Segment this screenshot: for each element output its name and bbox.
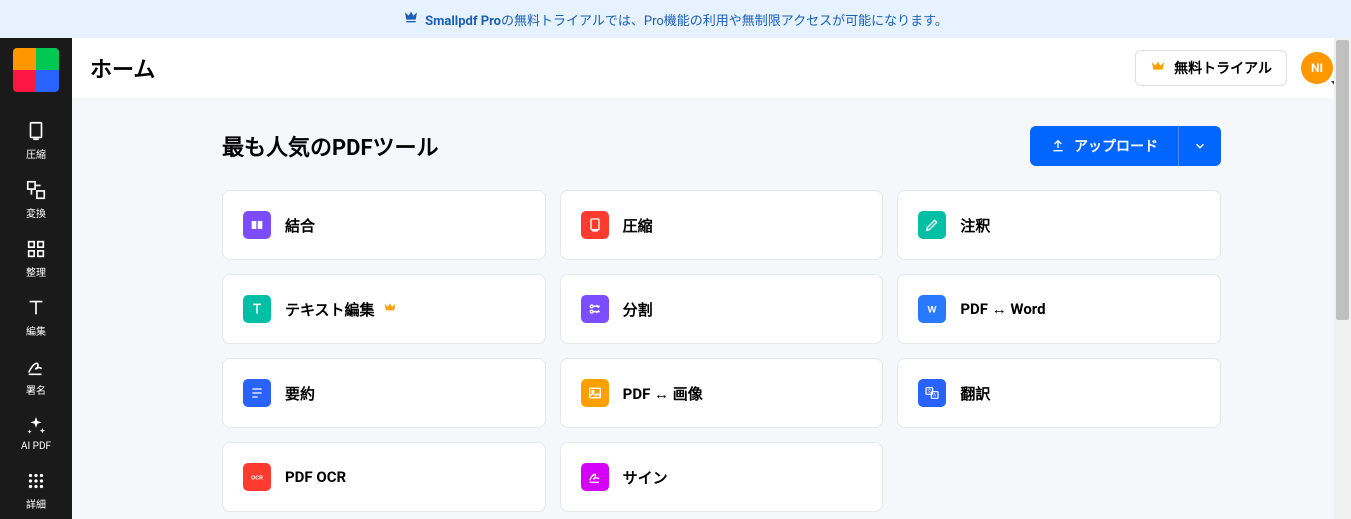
compress-icon: [25, 120, 47, 142]
tool-card-image[interactable]: PDF ↔ 画像: [560, 358, 884, 428]
user-avatar[interactable]: NI: [1301, 52, 1333, 84]
nav-convert[interactable]: 変換: [0, 169, 72, 228]
nav-edit[interactable]: 編集: [0, 287, 72, 346]
upload-button[interactable]: アップロード: [1030, 126, 1178, 166]
svg-text:W: W: [928, 304, 937, 314]
word-icon: W: [918, 295, 946, 323]
apps-icon: [25, 470, 47, 492]
app-logo[interactable]: [13, 48, 59, 92]
sign-icon: [581, 463, 609, 491]
nav-organize[interactable]: 整理: [0, 228, 72, 287]
convert-icon: [25, 179, 47, 201]
header: ホーム 無料トライアル NI: [72, 38, 1351, 98]
upload-icon: [1050, 138, 1066, 154]
tool-label: PDF ↔ 画像: [623, 383, 703, 404]
content-area: 最も人気のPDFツール アップロード 結合 圧縮 注釈テキスト編集 分割 W PDF ↔ …: [72, 98, 1351, 519]
tool-card-sign[interactable]: サイン: [560, 442, 884, 512]
nav-sign[interactable]: 署名: [0, 346, 72, 405]
tool-label: 圧縮: [623, 215, 653, 236]
crown-icon: [1150, 59, 1166, 78]
tools-grid: 結合 圧縮 注釈テキスト編集 分割 W PDF ↔ Word 要約 PDF ↔ 画像 文A 翻訳 O…: [222, 190, 1221, 512]
tool-card-ocr[interactable]: OCR PDF OCR: [222, 442, 546, 512]
scrollbar[interactable]: [1334, 38, 1351, 519]
nav-compress[interactable]: 圧縮: [0, 110, 72, 169]
nav-ai-pdf[interactable]: AI PDF: [0, 405, 72, 460]
svg-text:A: A: [933, 392, 936, 398]
sign-icon: [25, 356, 47, 378]
image-icon: [581, 379, 609, 407]
promo-banner[interactable]: Smallpdf Proの無料トライアルでは、Pro機能の利用や無制限アクセスが…: [0, 0, 1351, 38]
crown-icon: [403, 9, 419, 29]
tool-label: 結合: [285, 215, 315, 236]
tool-card-word[interactable]: W PDF ↔ Word: [897, 274, 1221, 344]
merge-icon: [243, 211, 271, 239]
tool-card-compress[interactable]: 圧縮: [560, 190, 884, 260]
svg-text:文: 文: [927, 387, 932, 394]
tool-card-summary[interactable]: 要約: [222, 358, 546, 428]
text-icon: [25, 297, 47, 319]
text-icon: [243, 295, 271, 323]
page-title: ホーム: [90, 52, 1135, 84]
sparkle-icon: [25, 415, 47, 437]
free-trial-button[interactable]: 無料トライアル: [1135, 50, 1287, 86]
tool-card-text[interactable]: テキスト編集: [222, 274, 546, 344]
grid-icon: [25, 238, 47, 260]
annotate-icon: [918, 211, 946, 239]
pro-badge-icon: [383, 300, 397, 319]
upload-dropdown-button[interactable]: [1178, 126, 1221, 166]
sidebar: 圧縮 変換 整理 編集 署名 AI PDF 詳細: [0, 38, 72, 519]
tool-label: サイン: [623, 467, 668, 488]
split-icon: [581, 295, 609, 323]
tool-label: PDF ↔ Word: [960, 300, 1045, 318]
svg-text:OCR: OCR: [251, 476, 263, 482]
scrollbar-thumb[interactable]: [1336, 40, 1349, 320]
translate-icon: 文A: [918, 379, 946, 407]
tool-card-annotate[interactable]: 注釈: [897, 190, 1221, 260]
tool-label: 要約: [285, 383, 315, 404]
tool-label: PDF OCR: [285, 468, 346, 486]
tool-label: テキスト編集: [285, 299, 375, 320]
summary-icon: [243, 379, 271, 407]
tool-label: 分割: [623, 299, 653, 320]
promo-text: Smallpdf Proの無料トライアルでは、Pro機能の利用や無制限アクセスが…: [425, 10, 948, 29]
tool-card-translate[interactable]: 文A 翻訳: [897, 358, 1221, 428]
tool-label: 注釈: [960, 215, 990, 236]
nav-more[interactable]: 詳細: [0, 460, 72, 519]
ocr-icon: OCR: [243, 463, 271, 491]
tool-card-split[interactable]: 分割: [560, 274, 884, 344]
section-title: 最も人気のPDFツール: [222, 130, 1030, 162]
compress-icon: [581, 211, 609, 239]
tool-label: 翻訳: [960, 383, 990, 404]
tool-card-merge[interactable]: 結合: [222, 190, 546, 260]
chevron-down-icon: [1193, 139, 1207, 153]
